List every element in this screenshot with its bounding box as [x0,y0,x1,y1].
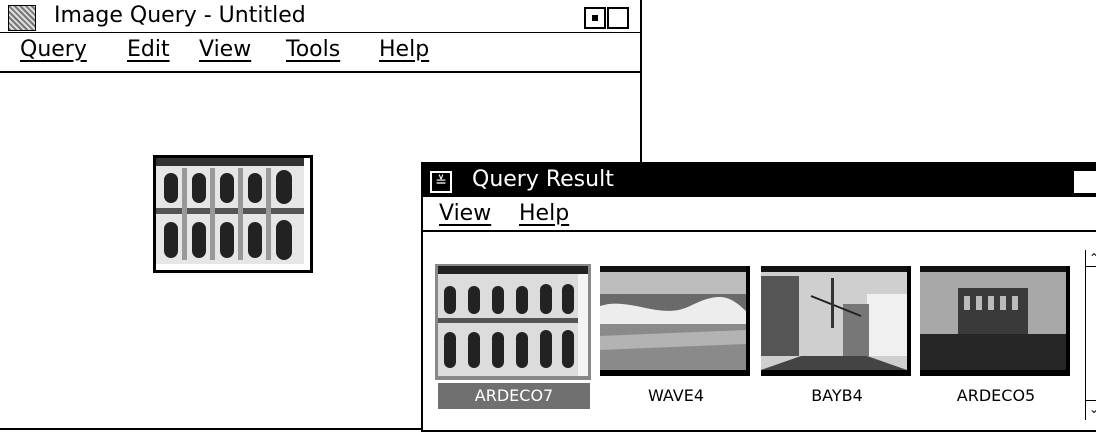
vertical-scrollbar[interactable]: ⌃ ⌄ [1085,250,1096,420]
building-facade-image [438,266,588,376]
thumbnail-image [438,266,588,376]
result-titlebar[interactable]: ≚ Query Result [423,164,1096,197]
ocean-wave-image [600,266,746,370]
menu-query[interactable]: Query [20,37,87,63]
minimize-icon[interactable] [584,7,606,29]
result-window-title: Query Result [472,167,614,192]
thumbnail-image [920,266,1070,376]
building-facade-image [156,158,304,264]
main-titlebar[interactable]: Image Query - Untitled [0,0,640,33]
menu-tools[interactable]: Tools [286,37,340,63]
scroll-down-icon[interactable]: ⌄ [1086,400,1096,417]
thumbnail-label: ARDECO7 [438,383,590,409]
thumbnail-label: ARDECO5 [956,386,1036,405]
system-menu-icon[interactable]: ≚ [430,171,452,193]
city-street-image [761,266,907,370]
thumbnail-image [600,266,750,376]
result-menubar: View Help [423,197,1096,232]
maximize-icon[interactable] [607,7,629,29]
menu-help[interactable]: Help [519,201,569,227]
main-menubar: Query Edit View Tools Help [0,33,640,73]
menu-view[interactable]: View [439,201,491,227]
menu-help[interactable]: Help [379,37,429,63]
maximize-icon[interactable] [1074,171,1096,193]
scroll-up-icon[interactable]: ⌃ [1086,250,1096,267]
menu-edit[interactable]: Edit [127,37,170,63]
query-image[interactable] [153,155,313,273]
thumbnail-image [761,266,911,376]
thumbnail-label: BAYB4 [811,386,863,405]
app-icon[interactable] [8,5,36,31]
query-result-window: ≚ Query Result View Help ARDECO7 WAVE4 B… [421,162,1096,432]
menu-view[interactable]: View [199,37,251,63]
building-image [920,266,1066,370]
thumbnail-label: WAVE4 [647,386,705,405]
main-window-title: Image Query - Untitled [54,3,306,28]
